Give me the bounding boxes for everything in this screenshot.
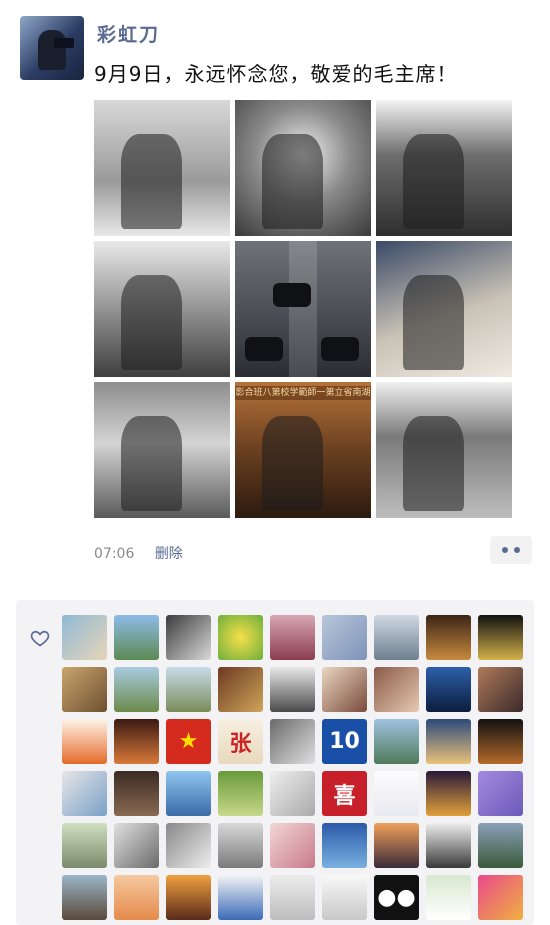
like-avatar[interactable] bbox=[478, 771, 523, 816]
like-avatar[interactable]: 10 bbox=[322, 719, 367, 764]
like-avatar[interactable] bbox=[62, 667, 107, 712]
car-shape bbox=[273, 283, 311, 307]
like-avatar[interactable] bbox=[114, 823, 159, 868]
delete-button[interactable]: 删除 bbox=[155, 546, 183, 562]
like-avatar[interactable] bbox=[374, 667, 419, 712]
like-avatar[interactable] bbox=[62, 875, 107, 920]
like-avatar[interactable] bbox=[374, 615, 419, 660]
like-avatar[interactable] bbox=[322, 615, 367, 660]
like-avatar[interactable] bbox=[374, 823, 419, 868]
avatar-camera bbox=[54, 38, 74, 48]
like-avatar[interactable] bbox=[426, 667, 471, 712]
like-avatar[interactable] bbox=[322, 667, 367, 712]
like-avatar[interactable] bbox=[166, 823, 211, 868]
photo-8[interactable]: 影合班八第校学範師一第立省南湖 bbox=[235, 382, 371, 518]
like-avatar[interactable] bbox=[166, 875, 211, 920]
avatar-glyph: 张 bbox=[229, 731, 252, 757]
like-avatar[interactable] bbox=[270, 823, 315, 868]
figure-shape bbox=[403, 416, 465, 512]
photo-4[interactable] bbox=[94, 241, 230, 377]
like-avatar[interactable] bbox=[270, 771, 315, 816]
post-time: 07:06 bbox=[94, 546, 135, 562]
like-avatar[interactable]: 喜 bbox=[322, 771, 367, 816]
like-avatar[interactable] bbox=[62, 771, 107, 816]
like-avatar[interactable] bbox=[374, 719, 419, 764]
avatar-glyph: 10 bbox=[329, 729, 360, 754]
photo-9[interactable] bbox=[376, 382, 512, 518]
like-avatar[interactable] bbox=[62, 719, 107, 764]
like-avatar[interactable] bbox=[426, 875, 471, 920]
like-avatar[interactable] bbox=[478, 875, 523, 920]
like-avatar[interactable] bbox=[270, 615, 315, 660]
avatar-glyph: ●● bbox=[377, 885, 416, 910]
more-options-button[interactable] bbox=[490, 536, 532, 564]
like-avatar[interactable] bbox=[322, 823, 367, 868]
like-avatar[interactable] bbox=[426, 823, 471, 868]
photo-caption: 影合班八第校学範師一第立省南湖 bbox=[235, 386, 371, 400]
post-meta: 07:06 删除 bbox=[94, 543, 183, 563]
like-avatar[interactable] bbox=[218, 771, 263, 816]
like-avatar[interactable] bbox=[218, 875, 263, 920]
user-avatar[interactable] bbox=[20, 16, 84, 80]
like-avatar[interactable] bbox=[426, 771, 471, 816]
like-avatar[interactable] bbox=[478, 823, 523, 868]
like-avatar[interactable] bbox=[322, 875, 367, 920]
like-avatar[interactable] bbox=[218, 615, 263, 660]
likes-panel: ★ 张 10 喜 ●● bbox=[16, 600, 534, 925]
like-avatar[interactable] bbox=[114, 719, 159, 764]
like-avatar[interactable] bbox=[478, 615, 523, 660]
road-shape bbox=[289, 241, 317, 377]
avatar-glyph: ★ bbox=[178, 729, 199, 754]
like-avatar[interactable] bbox=[270, 875, 315, 920]
like-avatar[interactable] bbox=[62, 823, 107, 868]
like-avatar[interactable] bbox=[270, 667, 315, 712]
photo-5[interactable] bbox=[235, 241, 371, 377]
photo-grid: 影合班八第校学範師一第立省南湖 bbox=[94, 100, 512, 518]
car-shape bbox=[321, 337, 359, 361]
like-avatar-grid: ★ 张 10 喜 ●● bbox=[62, 615, 523, 920]
more-dots-icon bbox=[502, 547, 508, 553]
like-avatar[interactable]: 张 bbox=[218, 719, 263, 764]
like-avatar[interactable] bbox=[114, 875, 159, 920]
like-avatar[interactable] bbox=[478, 719, 523, 764]
like-avatar[interactable] bbox=[426, 615, 471, 660]
figure-shape bbox=[262, 416, 324, 512]
heart-outline-icon bbox=[30, 630, 50, 647]
post-text: 9月9日，永远怀念您，敬爱的毛主席！ bbox=[94, 62, 458, 86]
like-avatar[interactable] bbox=[270, 719, 315, 764]
photo-3[interactable] bbox=[376, 100, 512, 236]
like-avatar[interactable] bbox=[426, 719, 471, 764]
figure-shape bbox=[403, 275, 465, 371]
photo-6[interactable] bbox=[376, 241, 512, 377]
figure-shape bbox=[121, 416, 183, 512]
more-dots-icon bbox=[514, 547, 520, 553]
like-avatar[interactable] bbox=[166, 667, 211, 712]
like-avatar[interactable] bbox=[218, 823, 263, 868]
avatar-glyph: 喜 bbox=[333, 783, 356, 809]
like-avatar[interactable] bbox=[374, 771, 419, 816]
like-avatar[interactable] bbox=[62, 615, 107, 660]
figure-shape bbox=[403, 134, 465, 230]
photo-1[interactable] bbox=[94, 100, 230, 236]
like-avatar[interactable] bbox=[218, 667, 263, 712]
like-avatar[interactable] bbox=[166, 771, 211, 816]
photo-2[interactable] bbox=[235, 100, 371, 236]
like-avatar[interactable] bbox=[114, 667, 159, 712]
username[interactable]: 彩虹刀 bbox=[97, 20, 160, 47]
figure-shape bbox=[121, 275, 183, 371]
figure-shape bbox=[121, 134, 183, 230]
avatar-figure bbox=[38, 30, 66, 70]
like-avatar[interactable] bbox=[478, 667, 523, 712]
like-avatar[interactable] bbox=[114, 771, 159, 816]
like-avatar[interactable]: ●● bbox=[374, 875, 419, 920]
figure-shape bbox=[262, 134, 324, 230]
car-shape bbox=[245, 337, 283, 361]
like-avatar[interactable] bbox=[114, 615, 159, 660]
like-avatar[interactable] bbox=[166, 615, 211, 660]
photo-7[interactable] bbox=[94, 382, 230, 518]
like-avatar[interactable]: ★ bbox=[166, 719, 211, 764]
